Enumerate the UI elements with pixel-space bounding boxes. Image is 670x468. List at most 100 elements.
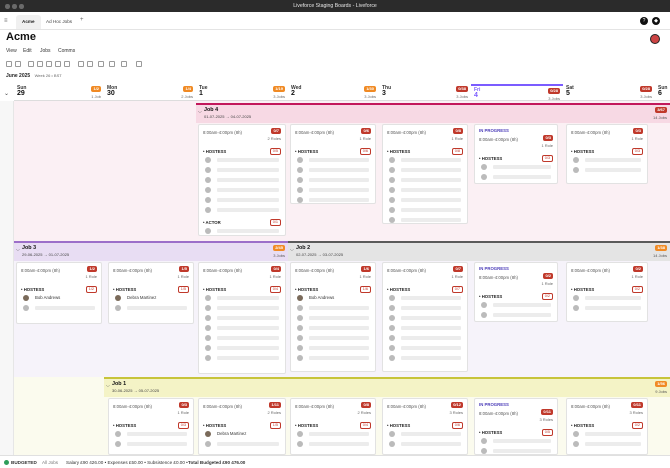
add-shift-icon[interactable] bbox=[78, 61, 84, 67]
empty-slot[interactable] bbox=[571, 295, 643, 301]
empty-slot[interactable] bbox=[387, 431, 463, 437]
shift-card[interactable]: IN PROGRESS 8:00am-4:00pm (8h) 0/3 1 Role • … bbox=[474, 124, 558, 184]
day-header[interactable]: Mon 30 1/4 2 Jobs bbox=[104, 84, 196, 101]
empty-slot[interactable] bbox=[295, 355, 371, 361]
collapse-job-icon[interactable]: ⌵ bbox=[198, 109, 202, 115]
day-header[interactable]: Fri 4 0/28 3 Jobs bbox=[471, 84, 563, 101]
shift-card[interactable]: 8:00am-4:00pm (8h) 0/12 3 Roles • HOSTESS 0/… bbox=[382, 398, 468, 455]
day-header[interactable]: Wed 2 1/30 3 Jobs bbox=[288, 84, 379, 101]
menu-jobs[interactable]: Jobs bbox=[40, 48, 51, 54]
empty-slot[interactable] bbox=[387, 197, 463, 203]
empty-slot[interactable] bbox=[479, 174, 553, 180]
shift-card[interactable]: 8:00am-4:00pm (8h) 1/11 2 Roles • HOSTESS 1/… bbox=[198, 398, 286, 455]
empty-slot[interactable] bbox=[387, 207, 463, 213]
job-header-job4[interactable]: ⌵ Job 4 01-07-2025 → 04-07-2025 3/67 14 Jobs bbox=[196, 103, 670, 123]
assigned-slot[interactable]: Debra Martinez bbox=[203, 431, 281, 437]
day-header[interactable]: Sun 6 bbox=[655, 84, 670, 101]
empty-slot[interactable] bbox=[295, 167, 371, 173]
empty-slot[interactable] bbox=[203, 228, 281, 234]
empty-slot[interactable] bbox=[387, 167, 463, 173]
user-avatar[interactable] bbox=[650, 34, 660, 44]
empty-slot[interactable] bbox=[387, 295, 463, 301]
empty-slot[interactable] bbox=[387, 335, 463, 341]
assigned-slot[interactable]: Debra Martinez bbox=[113, 295, 189, 301]
empty-slot[interactable] bbox=[203, 325, 281, 331]
shift-card[interactable]: 8:00am-4:00pm (8h) 0/4 1 Role • HOSTESS 0/4 bbox=[198, 262, 286, 374]
shift-card[interactable]: IN PROGRESS 8:00am-4:00pm (8h) 0/2 1 Role • … bbox=[474, 262, 558, 322]
empty-slot[interactable] bbox=[387, 355, 463, 361]
link-icon[interactable] bbox=[109, 61, 115, 67]
empty-slot[interactable] bbox=[113, 305, 189, 311]
copy-icon[interactable] bbox=[28, 61, 34, 67]
shift-card[interactable]: 8:00am-4:00pm (8h) 0/3 1 Role • HOSTESS 0/3 bbox=[108, 398, 194, 455]
collapse-job-icon[interactable]: ⌵ bbox=[16, 247, 20, 253]
shift-card[interactable]: 8:00am-4:00pm (8h) 0/8 2 Roles • HOSTESS 0/4 bbox=[290, 398, 376, 455]
shift-card[interactable]: 8:00am-4:00pm (8h) 0/3 1 Role • HOSTESS 0/3 bbox=[566, 124, 648, 184]
maximize-window-icon[interactable] bbox=[19, 4, 24, 9]
empty-slot[interactable] bbox=[203, 335, 281, 341]
assigned-slot[interactable]: Bob Andrews bbox=[295, 295, 371, 301]
empty-slot[interactable] bbox=[479, 302, 553, 308]
empty-slot[interactable] bbox=[203, 197, 281, 203]
empty-slot[interactable] bbox=[295, 441, 371, 447]
empty-slot[interactable] bbox=[571, 441, 643, 447]
empty-slot[interactable] bbox=[295, 197, 371, 203]
date-picker-icon[interactable] bbox=[136, 61, 142, 67]
empty-slot[interactable] bbox=[113, 441, 189, 447]
empty-slot[interactable] bbox=[295, 335, 371, 341]
hamburger-menu-icon[interactable]: ≡ bbox=[4, 18, 8, 24]
empty-slot[interactable] bbox=[479, 164, 553, 170]
empty-slot[interactable] bbox=[479, 438, 553, 444]
empty-slot[interactable] bbox=[203, 305, 281, 311]
empty-slot[interactable] bbox=[295, 431, 371, 437]
calendar-icon[interactable] bbox=[46, 61, 52, 67]
day-header[interactable]: Thu 3 0/38 3 Jobs bbox=[379, 84, 471, 101]
shift-card[interactable]: 8:00am-4:00pm (8h) 0/8 1 Role • HOSTESS 0/8 bbox=[382, 124, 468, 224]
empty-slot[interactable] bbox=[387, 305, 463, 311]
duplicate-icon[interactable] bbox=[15, 61, 21, 67]
day-header[interactable]: Sun 29 1/2 1 Job bbox=[14, 84, 104, 101]
day-header[interactable]: Tue 1 1/19 3 Jobs bbox=[196, 84, 288, 101]
shift-card[interactable]: 8:00am-4:00pm (8h) 0/11 3 Roles • HOSTESS 0/… bbox=[566, 398, 648, 455]
week-selector[interactable]: June 2025 Week 26 • BST bbox=[6, 73, 62, 79]
empty-slot[interactable] bbox=[387, 157, 463, 163]
notifications-icon[interactable]: ◆ bbox=[652, 17, 660, 25]
collapse-job-icon[interactable]: ⌵ bbox=[106, 383, 110, 389]
menu-view[interactable]: View bbox=[6, 48, 17, 54]
menu-edit[interactable]: Edit bbox=[23, 48, 32, 54]
empty-slot[interactable] bbox=[295, 187, 371, 193]
export-icon[interactable] bbox=[64, 61, 70, 67]
empty-slot[interactable] bbox=[113, 431, 189, 437]
empty-slot[interactable] bbox=[387, 325, 463, 331]
empty-slot[interactable] bbox=[387, 217, 463, 223]
shift-card[interactable]: 8:00am-4:00pm (8h) 0/7 1 Role • HOSTESS 0/7 bbox=[382, 262, 468, 372]
minimize-window-icon[interactable] bbox=[12, 4, 17, 9]
all-jobs-filter[interactable]: All Jobs bbox=[42, 456, 58, 468]
add-tab-icon[interactable]: + bbox=[80, 17, 84, 23]
empty-slot[interactable] bbox=[203, 177, 281, 183]
menu-comms[interactable]: Comms bbox=[58, 48, 75, 54]
shift-card[interactable]: 8:00am-4:00pm (8h) 1/5 1 Role • HOSTESS 1/5 D… bbox=[108, 262, 194, 324]
empty-slot[interactable] bbox=[479, 312, 553, 318]
empty-slot[interactable] bbox=[295, 177, 371, 183]
tab-ad-hoc-jobs[interactable]: Ad Hoc Jobs bbox=[40, 15, 78, 29]
empty-slot[interactable] bbox=[203, 207, 281, 213]
shift-card[interactable]: 8:00am-4:00pm (8h) 0/7 2 Roles • HOSTESS 0/5… bbox=[198, 124, 286, 236]
empty-slot[interactable] bbox=[571, 305, 643, 311]
empty-slot[interactable] bbox=[387, 177, 463, 183]
empty-slot[interactable] bbox=[203, 295, 281, 301]
collapse-job-icon[interactable]: ⌵ bbox=[290, 247, 294, 253]
job-header-job3[interactable]: ⌵ Job 3 29-06-2025 → 01-07-2025 2/45 3 Jobs bbox=[14, 241, 288, 261]
list-icon[interactable] bbox=[55, 61, 61, 67]
delete-icon[interactable] bbox=[37, 61, 43, 67]
empty-slot[interactable] bbox=[295, 315, 371, 321]
close-window-icon[interactable] bbox=[5, 4, 10, 9]
empty-slot[interactable] bbox=[203, 441, 281, 447]
shift-card[interactable]: IN PROGRESS 8:00am-4:00pm (8h) 0/11 3 Roles… bbox=[474, 398, 558, 455]
new-icon[interactable] bbox=[6, 61, 12, 67]
empty-slot[interactable] bbox=[571, 157, 643, 163]
shift-card[interactable]: 8:00am-4:00pm (8h) 1/6 1 Role • HOSTESS 1/6 B… bbox=[290, 262, 376, 372]
settings-icon[interactable] bbox=[121, 61, 127, 67]
assigned-slot[interactable]: Bob Andrews bbox=[21, 295, 97, 301]
add-role-icon[interactable] bbox=[87, 61, 93, 67]
